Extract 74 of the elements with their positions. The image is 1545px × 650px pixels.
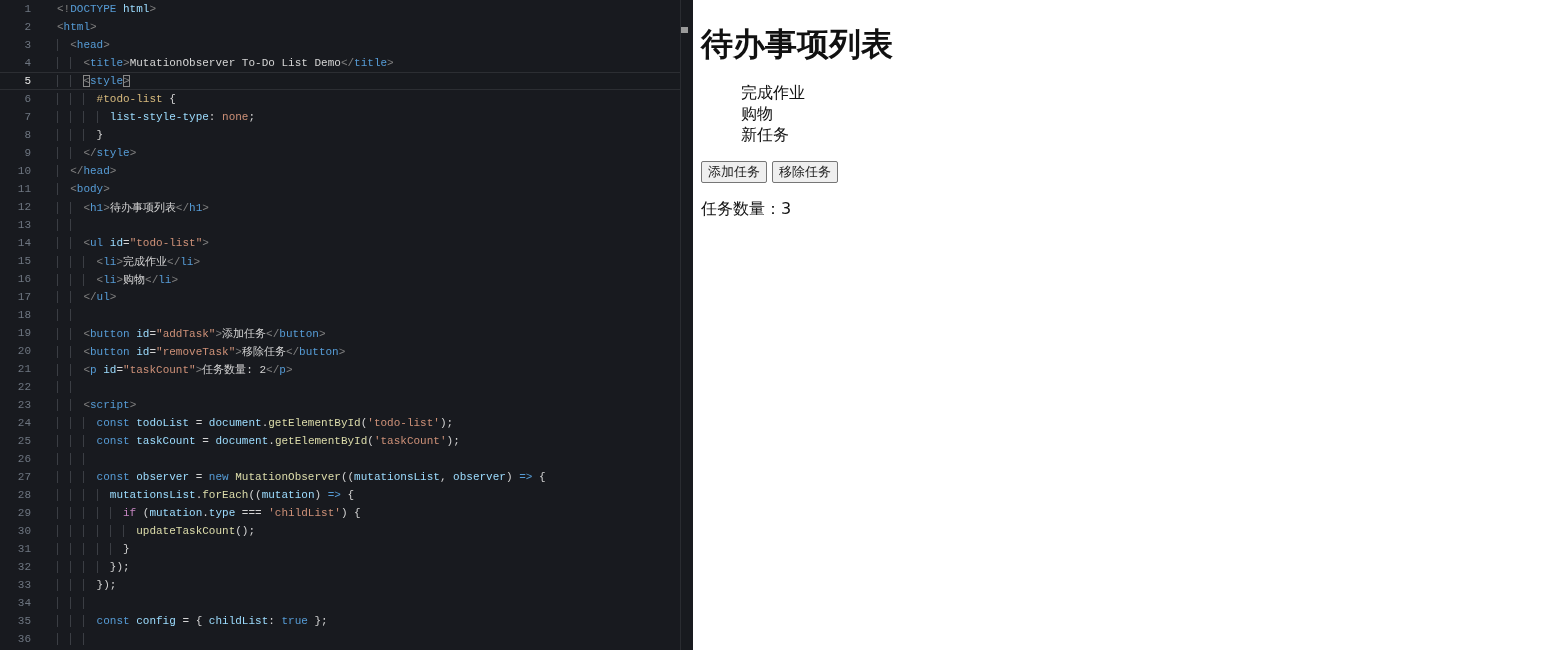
code-editor[interactable] bbox=[0, 0, 680, 650]
line-number: 14 bbox=[16, 237, 31, 249]
code-line: <button id="removeTask">移除任务</button> bbox=[57, 343, 346, 359]
task-count: 任务数量：3 bbox=[701, 199, 793, 220]
code-line: <body> bbox=[57, 183, 110, 195]
line-number: 3 bbox=[23, 39, 31, 51]
line-number: 10 bbox=[16, 165, 31, 177]
line-number: 26 bbox=[16, 453, 31, 465]
code-line: <title>MutationObserver To-Do List Demo</title> bbox=[57, 57, 394, 69]
code-line: <script> bbox=[57, 399, 137, 411]
line-number: 28 bbox=[16, 489, 31, 501]
task-button[interactable]: 添加任务 bbox=[701, 161, 767, 183]
code-line: updateTaskCount(); bbox=[57, 525, 256, 537]
code-line: <p id="taskCount">任务数量: 2</p> bbox=[57, 361, 293, 377]
todo-item: 完成作业 bbox=[741, 82, 806, 103]
line-number: 27 bbox=[16, 471, 31, 483]
page-heading: 待办事项列表 bbox=[701, 24, 894, 65]
line-number: 8 bbox=[23, 129, 31, 141]
code-line: <li>购物</li> bbox=[57, 271, 179, 287]
line-number: 36 bbox=[16, 633, 31, 645]
line-number: 33 bbox=[16, 579, 31, 591]
code-line: </style> bbox=[57, 147, 137, 159]
code-line: <li>完成作业</li> bbox=[57, 253, 201, 269]
line-number: 31 bbox=[16, 543, 31, 555]
code-line: mutationsList.forEach((mutation) => { bbox=[57, 489, 355, 501]
code-line: }); bbox=[57, 561, 130, 573]
line-number: 23 bbox=[16, 399, 31, 411]
line-number: 13 bbox=[16, 219, 31, 231]
line-number: 25 bbox=[16, 435, 31, 447]
line-number: 1 bbox=[23, 3, 31, 15]
todo-item: 购物 bbox=[741, 103, 774, 124]
line-number: 19 bbox=[16, 327, 31, 339]
line-number: 32 bbox=[16, 561, 31, 573]
code-line: <!DOCTYPE html> bbox=[57, 3, 157, 15]
line-number: 22 bbox=[16, 381, 31, 393]
line-number: 17 bbox=[16, 291, 31, 303]
code-line: <button id="addTask">添加任务</button> bbox=[57, 325, 326, 341]
code-line: }); bbox=[57, 579, 117, 591]
line-number: 9 bbox=[23, 147, 31, 159]
code-line: if (mutation.type === 'childList') { bbox=[57, 507, 361, 519]
line-number: 16 bbox=[16, 273, 31, 285]
scrollbar-thumb[interactable] bbox=[681, 27, 688, 33]
line-number: 24 bbox=[16, 417, 31, 429]
line-number: 6 bbox=[23, 93, 31, 105]
line-number: 18 bbox=[16, 309, 31, 321]
line-number: 5 bbox=[23, 75, 31, 87]
line-number: 2 bbox=[23, 21, 31, 33]
code-line: } bbox=[57, 543, 130, 555]
line-number: 30 bbox=[16, 525, 31, 537]
line-number: 34 bbox=[16, 597, 31, 609]
code-line: } bbox=[57, 129, 104, 141]
task-button[interactable]: 移除任务 bbox=[772, 161, 838, 183]
line-number: 35 bbox=[16, 615, 31, 627]
code-line: <h1>待办事项列表</h1> bbox=[57, 199, 209, 215]
code-line: #todo-list { bbox=[57, 93, 176, 105]
code-line: <ul id="todo-list"> bbox=[57, 237, 209, 249]
line-number: 12 bbox=[16, 201, 31, 213]
code-line: list-style-type: none; bbox=[57, 111, 256, 123]
code-line: <head> bbox=[57, 39, 110, 51]
line-number: 15 bbox=[16, 255, 31, 267]
code-line: <html> bbox=[57, 21, 97, 33]
line-number: 29 bbox=[16, 507, 31, 519]
code-line: const todoList = document.getElementById('todo-list'); bbox=[57, 417, 454, 429]
code-line: </ul> bbox=[57, 291, 117, 303]
line-number: 21 bbox=[16, 363, 31, 375]
code-line: </head> bbox=[57, 165, 117, 177]
line-number: 7 bbox=[23, 111, 31, 123]
line-number: 11 bbox=[16, 183, 31, 195]
code-line: const config = { childList: true }; bbox=[57, 615, 328, 627]
code-line: const observer = new MutationObserver((mutationsList, observer) => { bbox=[57, 471, 546, 483]
line-number: 4 bbox=[23, 57, 31, 69]
code-line: const taskCount = document.getElementById('taskCount'); bbox=[57, 435, 460, 447]
todo-item: 新任务 bbox=[741, 124, 790, 145]
line-number: 20 bbox=[16, 345, 31, 357]
